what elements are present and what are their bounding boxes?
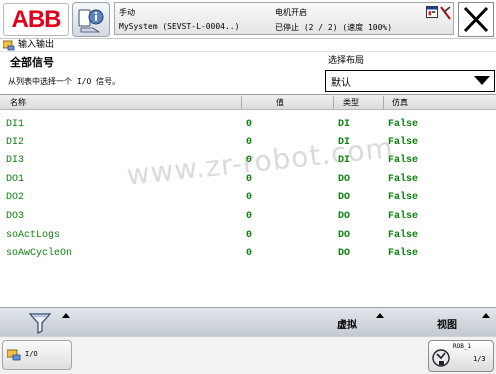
menu-icon bbox=[78, 9, 104, 33]
signal-type: DO bbox=[338, 230, 351, 241]
signal-name: DO2 bbox=[6, 192, 25, 203]
table-row[interactable]: soActLogs 0 DO False bbox=[0, 227, 496, 245]
chevron-up-icon bbox=[482, 313, 490, 318]
signal-name: DO1 bbox=[6, 174, 25, 185]
signal-simulated: False bbox=[388, 174, 419, 185]
layout-dropdown[interactable]: 默认 bbox=[325, 70, 495, 92]
signal-value: 0 bbox=[246, 248, 253, 259]
signal-table: 名称 值 类型 仿真 DI1 0 DI False DI2 0 DI False… bbox=[0, 94, 496, 306]
signal-simulated: False bbox=[388, 211, 419, 222]
signal-name: DI2 bbox=[6, 137, 25, 148]
table-header: 名称 值 类型 仿真 bbox=[0, 95, 496, 110]
close-icon bbox=[463, 6, 489, 33]
chevron-up-icon bbox=[376, 313, 384, 318]
instruction-text: 从列表中选择一个 I/O 信号。 bbox=[8, 77, 121, 86]
run-state: 已停止 (2 / 2) (速度 100%) bbox=[275, 23, 393, 32]
virtual-label: 虚拟 bbox=[337, 320, 357, 331]
column-header-simulated[interactable]: 仿真 bbox=[392, 97, 408, 108]
signal-simulated: False bbox=[388, 248, 419, 259]
table-row[interactable]: DO3 0 DO False bbox=[0, 208, 496, 226]
signal-simulated: False bbox=[388, 137, 419, 148]
io-app-icon bbox=[7, 349, 21, 361]
taskbar-io-label: I/O bbox=[25, 350, 38, 358]
quickset-robot-button[interactable]: ROB_1 1/3 bbox=[428, 340, 494, 372]
close-button[interactable] bbox=[458, 2, 494, 37]
layout-label: 选择布局 bbox=[328, 56, 365, 66]
column-divider bbox=[333, 96, 334, 109]
motor-state: 电机开启 bbox=[275, 8, 307, 17]
operating-mode: 手动 bbox=[119, 8, 135, 17]
signal-value: 0 bbox=[246, 119, 253, 130]
table-row[interactable]: DO1 0 DO False bbox=[0, 171, 496, 189]
signal-type: DI bbox=[338, 119, 351, 130]
signal-name: DO3 bbox=[6, 211, 25, 222]
table-row[interactable]: DI2 0 DI False bbox=[0, 134, 496, 152]
signal-type: DO bbox=[338, 174, 351, 185]
command-bar: 虚拟 视图 bbox=[0, 307, 496, 336]
chevron-up-icon bbox=[62, 313, 70, 318]
signal-simulated: False bbox=[388, 230, 419, 241]
app-title: 输入输出 bbox=[18, 40, 55, 50]
signal-filter-title: 全部信号 bbox=[10, 56, 54, 69]
signal-name: DI3 bbox=[6, 155, 25, 166]
signal-value: 0 bbox=[246, 230, 253, 241]
virtual-button[interactable]: 虚拟 bbox=[326, 311, 406, 335]
table-row[interactable]: DI1 0 DI False bbox=[0, 116, 496, 134]
table-row[interactable]: soAwCycleOn 0 DO False bbox=[0, 245, 496, 263]
signal-value: 0 bbox=[246, 174, 253, 185]
taskbar: I/O ROB_1 1/3 bbox=[0, 336, 496, 374]
io-app-icon bbox=[3, 40, 15, 51]
chevron-down-icon bbox=[474, 76, 490, 85]
stop-status-icon bbox=[440, 6, 451, 20]
signal-simulated: False bbox=[388, 119, 419, 130]
signal-value: 0 bbox=[246, 137, 253, 148]
column-header-value[interactable]: 值 bbox=[276, 97, 284, 108]
column-divider bbox=[383, 96, 384, 109]
robot-speed: 1/3 bbox=[473, 355, 486, 363]
taskbar-io-button[interactable]: I/O bbox=[2, 340, 72, 370]
signal-type: DO bbox=[338, 192, 351, 203]
signal-type: DI bbox=[338, 137, 351, 148]
signal-name: DI1 bbox=[6, 119, 25, 130]
column-header-type[interactable]: 类型 bbox=[343, 97, 359, 108]
column-divider bbox=[241, 96, 242, 109]
status-bar: ABB 手动 MySystem (SEVST-L-0004..) 电机开启 已停… bbox=[0, 0, 496, 38]
view-button[interactable]: 视图 bbox=[420, 311, 496, 335]
signal-value: 0 bbox=[246, 211, 253, 222]
table-row[interactable]: DI3 0 DI False bbox=[0, 152, 496, 170]
logo-text: ABB bbox=[11, 5, 62, 33]
robot-name: ROB_1 bbox=[453, 343, 472, 350]
table-row[interactable]: DO2 0 DO False bbox=[0, 189, 496, 207]
signal-type: DO bbox=[338, 211, 351, 222]
filter-button[interactable] bbox=[22, 311, 77, 335]
signal-value: 0 bbox=[246, 192, 253, 203]
signal-type: DI bbox=[338, 155, 351, 166]
column-header-name[interactable]: 名称 bbox=[10, 97, 26, 108]
app-header: 输入输出 bbox=[0, 38, 496, 52]
abb-logo: ABB bbox=[3, 3, 69, 36]
robot-icon bbox=[432, 349, 450, 367]
program-window-icon bbox=[426, 6, 438, 18]
view-label: 视图 bbox=[437, 320, 457, 331]
signal-type: DO bbox=[338, 248, 351, 259]
signal-simulated: False bbox=[388, 155, 419, 166]
main-menu-button[interactable] bbox=[72, 2, 110, 37]
system-name: MySystem (SEVST-L-0004..) bbox=[119, 22, 240, 31]
signal-name: soActLogs bbox=[6, 230, 61, 241]
signal-simulated: False bbox=[388, 192, 419, 203]
signal-value: 0 bbox=[246, 155, 253, 166]
signal-name: soAwCycleOn bbox=[6, 248, 73, 259]
layout-selected-value: 默认 bbox=[331, 78, 351, 89]
filter-icon bbox=[28, 313, 52, 334]
status-panel[interactable]: 手动 MySystem (SEVST-L-0004..) 电机开启 已停止 (2… bbox=[114, 2, 454, 35]
